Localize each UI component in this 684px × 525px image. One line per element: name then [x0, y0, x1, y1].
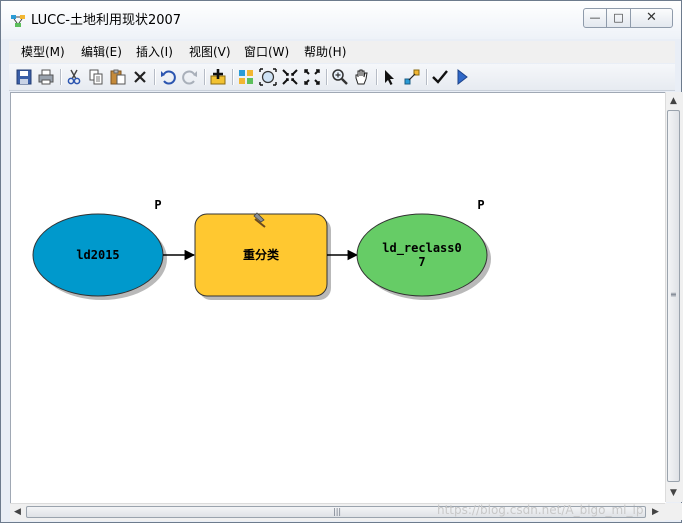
- toolbar-separator: [154, 69, 155, 85]
- vertical-scrollbar[interactable]: ▲ ≡ ▼: [665, 92, 683, 502]
- minimize-button[interactable]: —: [583, 8, 607, 28]
- pan-icon[interactable]: [353, 68, 371, 86]
- toolbar-separator: [232, 69, 233, 85]
- zoom-icon[interactable]: [331, 68, 349, 86]
- toolbar: [9, 64, 675, 91]
- zoom-out-fixed-icon[interactable]: [303, 68, 321, 86]
- output-variable-label-line1: ld_reclass0: [382, 241, 461, 256]
- toolbar-separator: [376, 69, 377, 85]
- input-variable-label: ld2015: [76, 248, 119, 262]
- scrollbar-corner: [665, 503, 682, 520]
- watermark-text: https://blog.csdn.net/A_bigo_ml_ip: [437, 503, 644, 517]
- scroll-grip-icon: |||: [333, 507, 342, 516]
- output-variable-label-line2: 7: [418, 255, 425, 269]
- menu-window[interactable]: 窗口(W): [244, 44, 289, 60]
- menu-view[interactable]: 视图(V): [189, 44, 231, 60]
- undo-icon[interactable]: [159, 68, 177, 86]
- maximize-button[interactable]: □: [606, 8, 631, 28]
- paste-icon[interactable]: [109, 68, 127, 86]
- model-builder-window: LUCC-土地利用现状2007 — □ ✕ 模型(M) 编辑(E) 插入(I) …: [0, 0, 683, 523]
- menu-model[interactable]: 模型(M): [21, 44, 65, 60]
- delete-icon[interactable]: [131, 68, 149, 86]
- menu-help[interactable]: 帮助(H): [304, 44, 346, 60]
- window-title: LUCC-土地利用现状2007: [31, 13, 182, 28]
- full-extent-icon[interactable]: [259, 68, 277, 86]
- zoom-in-fixed-icon[interactable]: [281, 68, 299, 86]
- scroll-left-icon[interactable]: ◀: [14, 507, 21, 517]
- menu-edit[interactable]: 编辑(E): [81, 44, 122, 60]
- vertical-scroll-thumb[interactable]: ≡: [667, 110, 680, 482]
- scroll-up-icon[interactable]: ▲: [670, 96, 677, 106]
- output-variable-node[interactable]: ld_reclass0 7: [356, 213, 491, 300]
- close-button[interactable]: ✕: [630, 8, 673, 28]
- menu-insert[interactable]: 插入(I): [136, 44, 173, 60]
- cut-icon[interactable]: [65, 68, 83, 86]
- toolbar-separator: [326, 69, 327, 85]
- model-diagram: ld2015 P 重分类 ld_reclass0 7 P: [32, 198, 491, 300]
- select-icon[interactable]: [381, 68, 399, 86]
- minimize-icon: —: [589, 11, 601, 24]
- auto-layout-icon[interactable]: [237, 68, 255, 86]
- save-icon[interactable]: [15, 68, 33, 86]
- scroll-grip-icon: ≡: [670, 290, 677, 299]
- model-canvas[interactable]: ld2015 P 重分类 ld_reclass0 7 P: [10, 92, 666, 503]
- print-icon[interactable]: [37, 68, 55, 86]
- input-parameter-flag: P: [154, 198, 161, 212]
- toolbar-separator: [426, 69, 427, 85]
- tool-label: 重分类: [243, 247, 280, 262]
- toolbar-separator: [60, 69, 61, 85]
- tool-node-reclassify[interactable]: 重分类: [194, 213, 331, 300]
- maximize-icon: □: [613, 11, 624, 24]
- scroll-down-icon[interactable]: ▼: [670, 488, 677, 498]
- copy-icon[interactable]: [87, 68, 105, 86]
- close-icon: ✕: [646, 10, 657, 25]
- run-icon[interactable]: [453, 68, 471, 86]
- scroll-right-icon[interactable]: ▶: [652, 507, 659, 517]
- menu-bar: 模型(M) 编辑(E) 插入(I) 视图(V) 窗口(W) 帮助(H): [9, 41, 675, 63]
- toolbar-separator: [204, 69, 205, 85]
- validate-icon[interactable]: [431, 68, 449, 86]
- model-builder-app-icon: [11, 15, 25, 27]
- add-data-icon[interactable]: [209, 68, 227, 86]
- connect-icon[interactable]: [403, 68, 421, 86]
- redo-icon[interactable]: [181, 68, 199, 86]
- output-parameter-flag: P: [477, 198, 484, 212]
- input-variable-node[interactable]: ld2015: [32, 213, 167, 300]
- title-bar[interactable]: LUCC-土地利用现状2007 — □ ✕: [1, 1, 681, 39]
